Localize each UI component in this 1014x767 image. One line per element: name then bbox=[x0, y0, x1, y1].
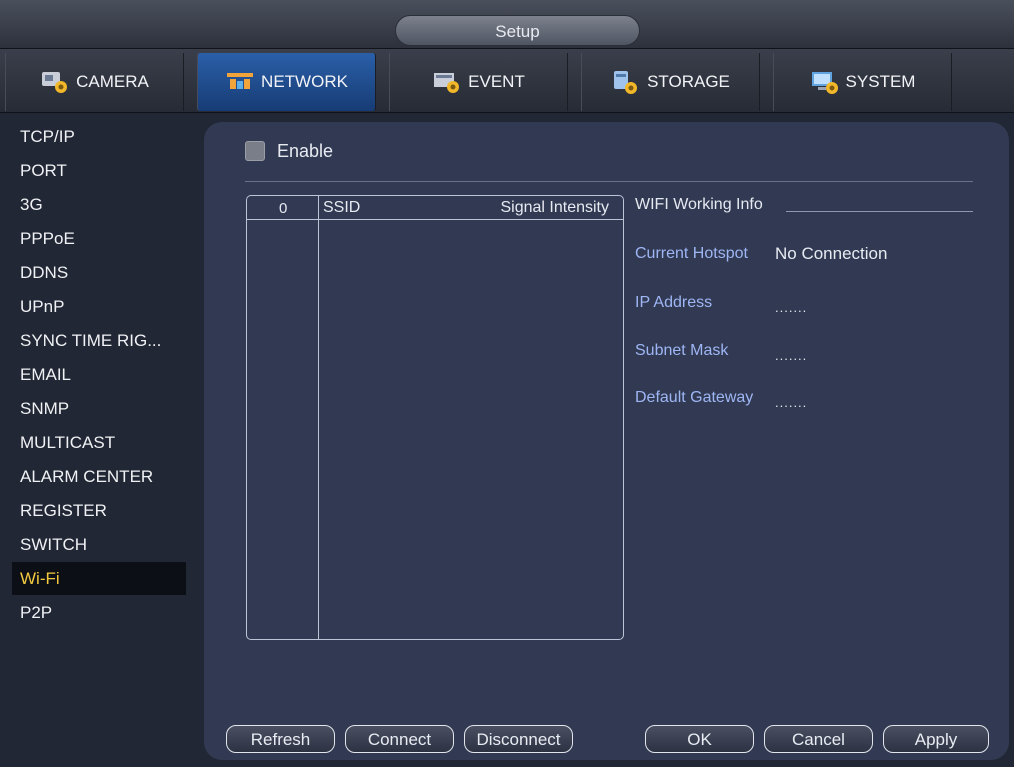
tab-network[interactable]: NETWORK bbox=[197, 53, 376, 111]
connect-button[interactable]: Connect bbox=[345, 725, 454, 753]
main-tab-bar: CAMERA NETWORK EVENT STORAGE SYSTEM bbox=[0, 49, 1014, 113]
sidebar-item-ddns[interactable]: DDNS bbox=[12, 256, 186, 289]
tab-event[interactable]: EVENT bbox=[389, 53, 568, 111]
title-bar: Setup bbox=[0, 0, 1014, 49]
tab-system[interactable]: SYSTEM bbox=[773, 53, 952, 111]
sidebar-item-3g[interactable]: 3G bbox=[12, 188, 186, 221]
wifi-info-divider bbox=[786, 211, 973, 212]
system-icon bbox=[810, 69, 840, 95]
network-sidebar: TCP/IP PORT 3G PPPoE DDNS UPnP SYNC TIME… bbox=[8, 120, 186, 680]
event-icon bbox=[432, 69, 462, 95]
setup-window: Setup CAMERA NETWORK EVENT STORAGE SYSTE… bbox=[0, 0, 1014, 767]
refresh-button[interactable]: Refresh bbox=[226, 725, 335, 753]
sidebar-item-tcpip[interactable]: TCP/IP bbox=[12, 120, 186, 153]
ip-address-label: IP Address bbox=[635, 294, 713, 311]
apply-button[interactable]: Apply bbox=[883, 725, 989, 753]
sidebar-item-register[interactable]: REGISTER bbox=[12, 494, 186, 527]
sidebar-item-pppoe[interactable]: PPPoE bbox=[12, 222, 186, 255]
column-separator bbox=[318, 196, 319, 639]
cancel-button[interactable]: Cancel bbox=[764, 725, 873, 753]
sidebar-item-wifi[interactable]: Wi-Fi bbox=[12, 562, 186, 595]
signal-column-header[interactable]: Signal Intensity bbox=[500, 199, 609, 217]
ip-address-value: ....... bbox=[775, 300, 808, 315]
wifi-info-title: WIFI Working Info bbox=[635, 196, 763, 213]
tab-camera[interactable]: CAMERA bbox=[5, 53, 184, 111]
tab-network-label: NETWORK bbox=[261, 72, 348, 91]
default-gateway-label: Default Gateway bbox=[635, 389, 754, 406]
storage-icon bbox=[611, 69, 641, 95]
sidebar-item-multicast[interactable]: MULTICAST bbox=[12, 426, 186, 459]
tab-camera-label: CAMERA bbox=[76, 72, 149, 91]
sidebar-item-alarm-center[interactable]: ALARM CENTER bbox=[12, 460, 186, 493]
network-icon bbox=[225, 69, 255, 95]
current-hotspot-label: Current Hotspot bbox=[635, 245, 748, 262]
subnet-mask-value: ....... bbox=[775, 348, 808, 363]
camera-settings-icon bbox=[40, 69, 70, 95]
sidebar-item-p2p[interactable]: P2P bbox=[12, 596, 186, 629]
hotspot-list[interactable]: 0 SSID Signal Intensity bbox=[246, 195, 624, 640]
window-title: Setup bbox=[395, 15, 640, 46]
tab-event-label: EVENT bbox=[468, 72, 525, 91]
sidebar-item-snmp[interactable]: SNMP bbox=[12, 392, 186, 425]
disconnect-button[interactable]: Disconnect bbox=[464, 725, 573, 753]
tab-system-label: SYSTEM bbox=[845, 72, 916, 91]
subnet-mask-label: Subnet Mask bbox=[635, 342, 729, 359]
sidebar-item-port[interactable]: PORT bbox=[12, 154, 186, 187]
default-gateway-value: ....... bbox=[775, 395, 808, 410]
tab-storage-label: STORAGE bbox=[647, 72, 730, 91]
enable-label: Enable bbox=[277, 141, 334, 161]
tab-storage[interactable]: STORAGE bbox=[581, 53, 760, 111]
divider bbox=[245, 181, 973, 182]
ssid-column-header[interactable]: SSID bbox=[323, 199, 360, 217]
current-hotspot-value: No Connection bbox=[775, 244, 888, 263]
ok-button[interactable]: OK bbox=[645, 725, 754, 753]
header-divider bbox=[247, 219, 623, 220]
hotspot-count-header: 0 bbox=[279, 200, 288, 217]
sidebar-item-email[interactable]: EMAIL bbox=[12, 358, 186, 391]
enable-checkbox[interactable] bbox=[245, 141, 265, 161]
sidebar-item-sync-time[interactable]: SYNC TIME RIG... bbox=[12, 324, 186, 357]
sidebar-item-switch[interactable]: SWITCH bbox=[12, 528, 186, 561]
sidebar-item-upnp[interactable]: UPnP bbox=[12, 290, 186, 323]
